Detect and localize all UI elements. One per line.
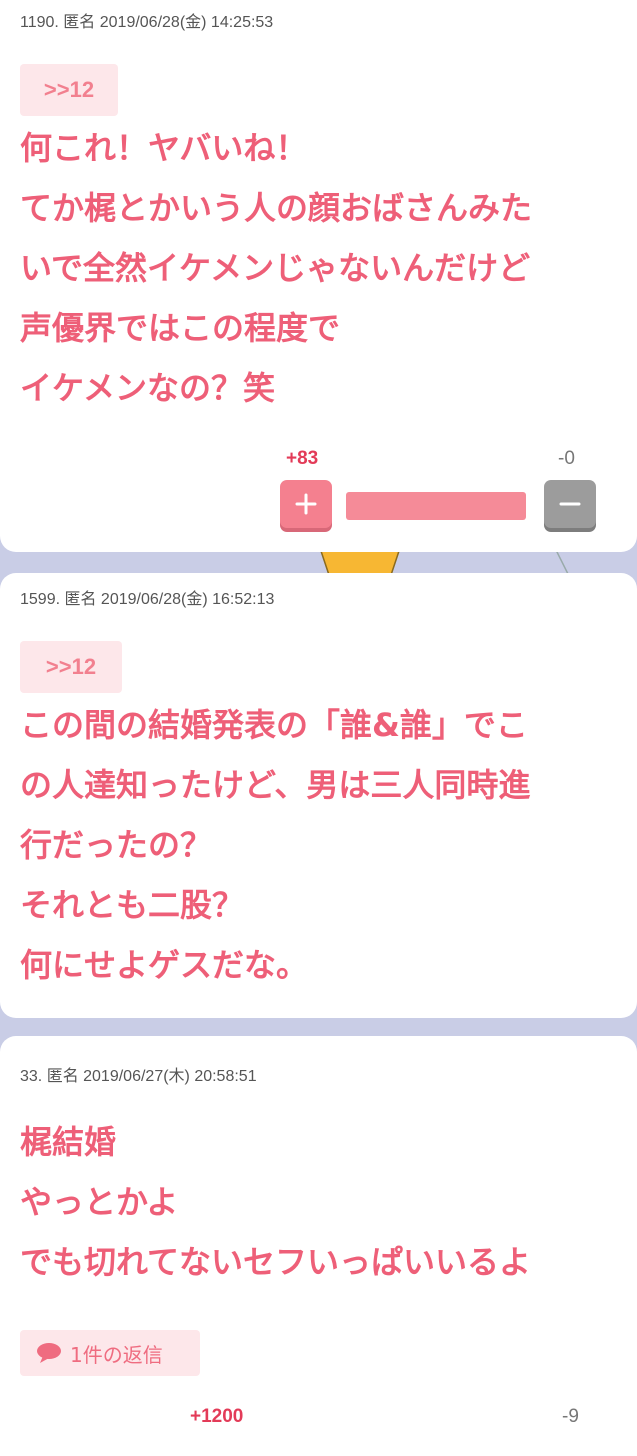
comment-meta: 1190. 匿名 2019/06/28(金) 14:25:53 bbox=[20, 14, 274, 31]
plus-icon bbox=[295, 493, 317, 515]
comment-line: いで全然イケメンじゃないんだけど bbox=[20, 249, 531, 287]
comment-card: 33. 匿名 2019/06/27(木) 20:58:51 梶結婚 やっとかよ … bbox=[0, 1036, 637, 1456]
anchor-link[interactable]: >>12 bbox=[20, 641, 122, 693]
comment-meta: 33. 匿名 2019/06/27(木) 20:58:51 bbox=[20, 1068, 257, 1085]
comment-meta: 1599. 匿名 2019/06/28(金) 16:52:13 bbox=[20, 591, 275, 608]
minus-vote-count: -9 bbox=[562, 1406, 579, 1427]
reply-count-button[interactable]: 1件の返信 bbox=[20, 1330, 200, 1376]
comment-line: 何これ！ヤバいね！ bbox=[20, 129, 308, 167]
minus-vote-button[interactable] bbox=[544, 480, 596, 528]
comment-line: この間の結婚発表の「誰&誰」でこ bbox=[20, 706, 528, 744]
comment-line: でも切れてないセフいっぱいいるよ bbox=[20, 1243, 532, 1281]
plus-vote-count: +83 bbox=[286, 448, 319, 469]
comment-card: 1599. 匿名 2019/06/28(金) 16:52:13 >>12 この間… bbox=[0, 573, 637, 1018]
comment-line: それとも二股？ bbox=[20, 886, 245, 924]
comment-line: やっとかよ bbox=[20, 1183, 179, 1221]
vote-ratio-bar bbox=[346, 492, 526, 520]
minus-vote-count: -0 bbox=[558, 448, 575, 469]
comment-line: イケメンなの？笑 bbox=[20, 369, 276, 407]
plus-vote-button[interactable] bbox=[280, 480, 332, 528]
plus-vote-count: +1200 bbox=[190, 1406, 244, 1427]
anchor-link[interactable]: >>12 bbox=[20, 64, 118, 116]
comment-card: 1190. 匿名 2019/06/28(金) 14:25:53 >>12 何これ… bbox=[0, 0, 637, 552]
comment-line: 行だったの？ bbox=[20, 826, 213, 864]
speech-bubble-icon bbox=[37, 1343, 61, 1363]
minus-icon bbox=[559, 502, 581, 506]
comment-line: 何にせよゲスだな。 bbox=[20, 946, 309, 984]
reply-count-label: 1件の返信 bbox=[70, 1342, 163, 1367]
comment-line: てか梶とかいう人の顔おばさんみた bbox=[20, 189, 533, 227]
comment-line: の人達知ったけど、男は三人同時進 bbox=[20, 766, 531, 804]
comment-line: 声優界ではこの程度で bbox=[20, 309, 341, 347]
comment-line: 梶結婚 bbox=[20, 1123, 117, 1161]
